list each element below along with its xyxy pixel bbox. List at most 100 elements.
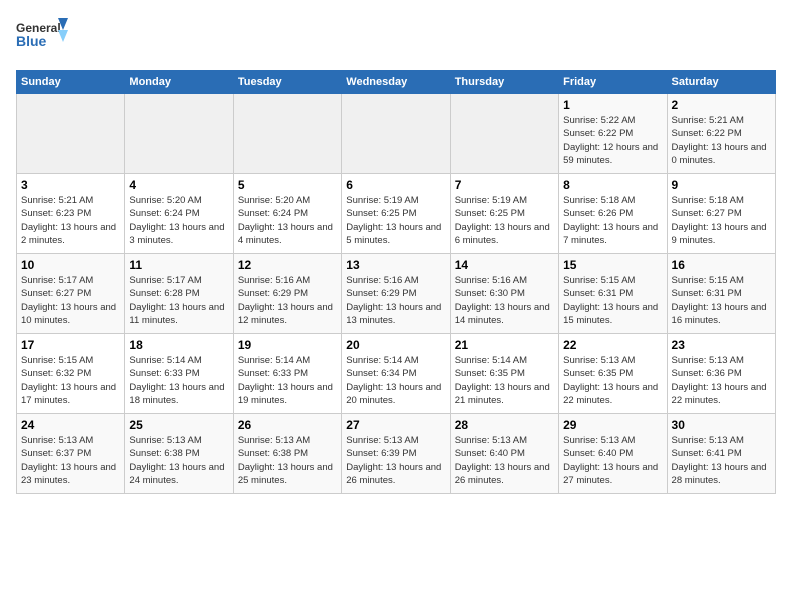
day-info: Sunrise: 5:13 AMSunset: 6:39 PMDaylight:… xyxy=(346,434,445,487)
day-number: 16 xyxy=(672,258,771,272)
page-header: General Blue xyxy=(16,16,776,58)
day-info: Sunrise: 5:13 AMSunset: 6:38 PMDaylight:… xyxy=(129,434,228,487)
day-info: Sunrise: 5:13 AMSunset: 6:37 PMDaylight:… xyxy=(21,434,120,487)
calendar-cell: 24Sunrise: 5:13 AMSunset: 6:37 PMDayligh… xyxy=(17,414,125,494)
day-number: 8 xyxy=(563,178,662,192)
day-info: Sunrise: 5:14 AMSunset: 6:33 PMDaylight:… xyxy=(238,354,337,407)
calendar-cell: 28Sunrise: 5:13 AMSunset: 6:40 PMDayligh… xyxy=(450,414,558,494)
day-info: Sunrise: 5:13 AMSunset: 6:36 PMDaylight:… xyxy=(672,354,771,407)
day-info: Sunrise: 5:13 AMSunset: 6:35 PMDaylight:… xyxy=(563,354,662,407)
day-number: 6 xyxy=(346,178,445,192)
weekday-header-saturday: Saturday xyxy=(667,71,775,94)
day-number: 2 xyxy=(672,98,771,112)
day-info: Sunrise: 5:21 AMSunset: 6:22 PMDaylight:… xyxy=(672,114,771,167)
calendar-cell: 27 Sunrise: 5:13 AMSunset: 6:39 PMDayligh… xyxy=(342,414,450,494)
day-number: 20 xyxy=(346,338,445,352)
calendar-cell: 8 Sunrise: 5:18 AMSunset: 6:26 PMDaylight… xyxy=(559,174,667,254)
calendar-cell: 3Sunrise: 5:21 AMSunset: 6:23 PMDaylight… xyxy=(17,174,125,254)
day-number: 14 xyxy=(455,258,554,272)
calendar-cell xyxy=(342,94,450,174)
day-info: Sunrise: 5:19 AMSunset: 6:25 PMDaylight:… xyxy=(455,194,554,247)
calendar-cell: 21Sunrise: 5:14 AMSunset: 6:35 PMDayligh… xyxy=(450,334,558,414)
logo: General Blue xyxy=(16,16,68,58)
day-info: Sunrise: 5:16 AMSunset: 6:29 PMDaylight:… xyxy=(346,274,445,327)
day-number: 7 xyxy=(455,178,554,192)
calendar-cell: 4 Sunrise: 5:20 AMSunset: 6:24 PMDaylight… xyxy=(125,174,233,254)
calendar-cell: 23 Sunrise: 5:13 AMSunset: 6:36 PMDayligh… xyxy=(667,334,775,414)
week-row-4: 17 Sunrise: 5:15 AMSunset: 6:32 PMDayligh… xyxy=(17,334,776,414)
calendar-table: SundayMondayTuesdayWednesdayThursdayFrid… xyxy=(16,70,776,494)
day-number: 12 xyxy=(238,258,337,272)
calendar-cell: 30 Sunrise: 5:13 AMSunset: 6:41 PMDayligh… xyxy=(667,414,775,494)
week-row-2: 3Sunrise: 5:21 AMSunset: 6:23 PMDaylight… xyxy=(17,174,776,254)
day-info: Sunrise: 5:13 AMSunset: 6:41 PMDaylight:… xyxy=(672,434,771,487)
calendar-cell: 11 Sunrise: 5:17 AMSunset: 6:28 PMDayligh… xyxy=(125,254,233,334)
calendar-cell: 26Sunrise: 5:13 AMSunset: 6:38 PMDayligh… xyxy=(233,414,341,494)
calendar-cell: 16Sunrise: 5:15 AMSunset: 6:31 PMDayligh… xyxy=(667,254,775,334)
day-number: 27 xyxy=(346,418,445,432)
week-row-5: 24Sunrise: 5:13 AMSunset: 6:37 PMDayligh… xyxy=(17,414,776,494)
weekday-header-friday: Friday xyxy=(559,71,667,94)
day-info: Sunrise: 5:14 AMSunset: 6:33 PMDaylight:… xyxy=(129,354,228,407)
day-number: 13 xyxy=(346,258,445,272)
day-number: 18 xyxy=(129,338,228,352)
day-number: 30 xyxy=(672,418,771,432)
weekday-header-wednesday: Wednesday xyxy=(342,71,450,94)
day-number: 26 xyxy=(238,418,337,432)
day-info: Sunrise: 5:17 AMSunset: 6:28 PMDaylight:… xyxy=(129,274,228,327)
day-number: 22 xyxy=(563,338,662,352)
weekday-header-row: SundayMondayTuesdayWednesdayThursdayFrid… xyxy=(17,71,776,94)
day-info: Sunrise: 5:15 AMSunset: 6:32 PMDaylight:… xyxy=(21,354,120,407)
day-info: Sunrise: 5:21 AMSunset: 6:23 PMDaylight:… xyxy=(21,194,120,247)
calendar-cell xyxy=(125,94,233,174)
calendar-cell: 2 Sunrise: 5:21 AMSunset: 6:22 PMDaylight… xyxy=(667,94,775,174)
week-row-3: 10 Sunrise: 5:17 AMSunset: 6:27 PMDayligh… xyxy=(17,254,776,334)
calendar-cell: 15 Sunrise: 5:15 AMSunset: 6:31 PMDayligh… xyxy=(559,254,667,334)
calendar-cell: 1 Sunrise: 5:22 AMSunset: 6:22 PMDaylight… xyxy=(559,94,667,174)
calendar-cell: 14 Sunrise: 5:16 AMSunset: 6:30 PMDayligh… xyxy=(450,254,558,334)
calendar-cell: 5Sunrise: 5:20 AMSunset: 6:24 PMDaylight… xyxy=(233,174,341,254)
day-info: Sunrise: 5:14 AMSunset: 6:34 PMDaylight:… xyxy=(346,354,445,407)
day-number: 17 xyxy=(21,338,120,352)
day-info: Sunrise: 5:13 AMSunset: 6:40 PMDaylight:… xyxy=(563,434,662,487)
calendar-cell: 7 Sunrise: 5:19 AMSunset: 6:25 PMDaylight… xyxy=(450,174,558,254)
weekday-header-thursday: Thursday xyxy=(450,71,558,94)
day-info: Sunrise: 5:19 AMSunset: 6:25 PMDaylight:… xyxy=(346,194,445,247)
day-number: 23 xyxy=(672,338,771,352)
week-row-1: 1 Sunrise: 5:22 AMSunset: 6:22 PMDaylight… xyxy=(17,94,776,174)
day-info: Sunrise: 5:15 AMSunset: 6:31 PMDaylight:… xyxy=(563,274,662,327)
day-info: Sunrise: 5:16 AMSunset: 6:29 PMDaylight:… xyxy=(238,274,337,327)
calendar-cell: 25Sunrise: 5:13 AMSunset: 6:38 PMDayligh… xyxy=(125,414,233,494)
day-number: 15 xyxy=(563,258,662,272)
calendar-cell: 22 Sunrise: 5:13 AMSunset: 6:35 PMDayligh… xyxy=(559,334,667,414)
day-info: Sunrise: 5:18 AMSunset: 6:27 PMDaylight:… xyxy=(672,194,771,247)
day-info: Sunrise: 5:18 AMSunset: 6:26 PMDaylight:… xyxy=(563,194,662,247)
calendar-cell: 6 Sunrise: 5:19 AMSunset: 6:25 PMDaylight… xyxy=(342,174,450,254)
calendar-cell: 13 Sunrise: 5:16 AMSunset: 6:29 PMDayligh… xyxy=(342,254,450,334)
day-info: Sunrise: 5:20 AMSunset: 6:24 PMDaylight:… xyxy=(238,194,337,247)
calendar-cell: 17 Sunrise: 5:15 AMSunset: 6:32 PMDayligh… xyxy=(17,334,125,414)
day-number: 4 xyxy=(129,178,228,192)
day-number: 21 xyxy=(455,338,554,352)
svg-text:Blue: Blue xyxy=(16,33,47,49)
day-number: 9 xyxy=(672,178,771,192)
calendar-cell: 10 Sunrise: 5:17 AMSunset: 6:27 PMDayligh… xyxy=(17,254,125,334)
day-number: 19 xyxy=(238,338,337,352)
day-info: Sunrise: 5:20 AMSunset: 6:24 PMDaylight:… xyxy=(129,194,228,247)
day-info: Sunrise: 5:22 AMSunset: 6:22 PMDaylight:… xyxy=(563,114,662,167)
day-info: Sunrise: 5:17 AMSunset: 6:27 PMDaylight:… xyxy=(21,274,120,327)
calendar-cell: 19 Sunrise: 5:14 AMSunset: 6:33 PMDayligh… xyxy=(233,334,341,414)
calendar-cell: 9 Sunrise: 5:18 AMSunset: 6:27 PMDaylight… xyxy=(667,174,775,254)
day-number: 11 xyxy=(129,258,228,272)
calendar-cell: 20 Sunrise: 5:14 AMSunset: 6:34 PMDayligh… xyxy=(342,334,450,414)
day-number: 29 xyxy=(563,418,662,432)
calendar-cell: 18 Sunrise: 5:14 AMSunset: 6:33 PMDayligh… xyxy=(125,334,233,414)
weekday-header-tuesday: Tuesday xyxy=(233,71,341,94)
day-number: 1 xyxy=(563,98,662,112)
day-number: 28 xyxy=(455,418,554,432)
weekday-header-sunday: Sunday xyxy=(17,71,125,94)
day-number: 10 xyxy=(21,258,120,272)
calendar-cell xyxy=(450,94,558,174)
day-info: Sunrise: 5:16 AMSunset: 6:30 PMDaylight:… xyxy=(455,274,554,327)
logo-svg: General Blue xyxy=(16,16,68,58)
